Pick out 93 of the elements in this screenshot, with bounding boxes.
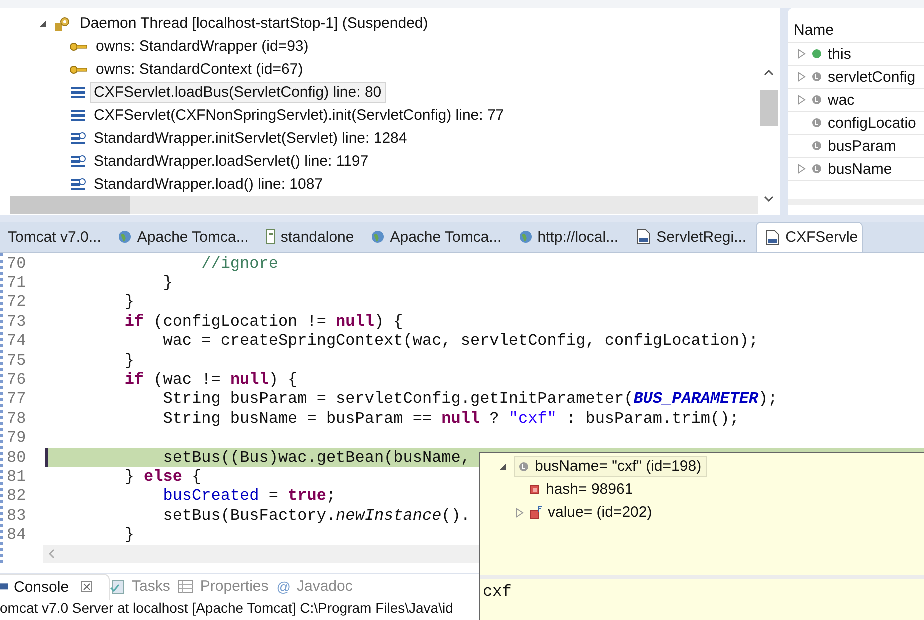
globe-icon: [118, 230, 132, 244]
code-line: setBus((Bus)wac.getBean(busName,: [162, 448, 470, 467]
object-icon: [812, 49, 822, 59]
editor-tab[interactable]: Apache Tomca...: [110, 222, 258, 252]
editor-tab[interactable]: standalone: [258, 222, 364, 252]
line-number: 83: [6, 506, 28, 525]
line-number: 76: [6, 371, 28, 390]
expand-icon[interactable]: [798, 49, 806, 59]
line-number: 84: [6, 526, 28, 544]
line-number: 78: [6, 410, 28, 428]
line-number: 81: [6, 468, 28, 486]
expand-icon[interactable]: [798, 72, 806, 82]
scroll-left-icon[interactable]: [49, 548, 55, 559]
code-line: wac = createSpringContext(wac, servletConfig, configLocation);: [162, 332, 759, 350]
code-line: //ignore: [200, 254, 278, 273]
horizontal-scrollbar[interactable]: [10, 196, 758, 214]
stack-frame-label[interactable]: StandardWrapper.load() line: 1087: [90, 174, 328, 195]
line-number: 79: [6, 429, 28, 448]
code-line: if (wac != null) {: [124, 371, 298, 390]
line-number: 73: [6, 312, 28, 331]
variable-name[interactable]: busName: [828, 160, 892, 178]
code-line: if (configLocation != null) {: [124, 312, 404, 331]
table-icon: [178, 578, 194, 595]
stack-frame-icon: [70, 132, 86, 146]
file-icon: [266, 229, 276, 245]
local-variable-icon: [812, 72, 822, 82]
variable-name[interactable]: configLocatio: [828, 114, 916, 132]
code-line: } else {: [124, 468, 202, 486]
stack-frame-label[interactable]: owns: StandardContext (id=67): [92, 59, 308, 80]
final-field-icon: [530, 506, 542, 520]
editor-tab[interactable]: http://local...: [510, 222, 628, 252]
detail-pane: cxf: [480, 575, 924, 620]
code-line: }: [124, 526, 134, 544]
at-sign-icon: @: [276, 578, 291, 595]
local-variable-icon: [812, 141, 822, 151]
scroll-down-icon[interactable]: [764, 196, 774, 202]
expand-icon[interactable]: [798, 164, 806, 174]
local-variable-icon: [812, 164, 822, 174]
local-variable-icon: [519, 462, 529, 472]
field-value[interactable]: hash= 98961: [546, 481, 634, 498]
stack-frame-icon: [70, 154, 86, 168]
clipboard-icon: [110, 578, 126, 595]
stack-frame-icon: [70, 108, 86, 122]
line-number: 75: [6, 352, 28, 370]
class-file-icon: [764, 230, 781, 246]
variable-name[interactable]: this: [828, 46, 852, 62]
local-variable-icon: [812, 95, 822, 105]
class-file-icon: [636, 229, 652, 245]
thread-icon: [54, 16, 70, 32]
line-number: 80: [6, 448, 28, 467]
stack-frame-label[interactable]: owns: StandardWrapper (id=93): [92, 36, 313, 57]
expand-icon[interactable]: [516, 508, 524, 518]
stack-frame-label[interactable]: StandardWrapper.initServlet(Servlet) line: 1284: [90, 128, 412, 149]
expand-icon[interactable]: [798, 95, 806, 105]
line-number: 72: [6, 293, 28, 312]
field-value[interactable]: value= (id=202): [548, 504, 652, 521]
variable-name[interactable]: wac: [828, 92, 855, 108]
editor-tab[interactable]: ServletRegi...: [628, 222, 756, 252]
stack-frame-label[interactable]: StandardWrapper.loadServlet() line: 1197: [90, 151, 373, 172]
globe-icon: [518, 230, 533, 244]
stack-frame-icon: [70, 86, 86, 100]
close-icon[interactable]: [81, 581, 94, 594]
collapse-icon[interactable]: [38, 18, 48, 28]
thread-label[interactable]: Daemon Thread [localhost-startStop-1] (Suspended): [76, 13, 432, 34]
stack-frame-icon: [70, 178, 86, 192]
column-header[interactable]: Name: [788, 20, 924, 43]
code-line: busCreated = true;: [162, 487, 336, 506]
field-icon: [530, 484, 540, 494]
variable-name[interactable]: servletConfig: [828, 68, 916, 86]
collapse-icon[interactable]: [498, 462, 508, 472]
line-number: 71: [6, 274, 28, 292]
editor-tab[interactable]: Apache Tomca...: [363, 222, 511, 252]
globe-icon: [371, 230, 386, 244]
stack-frame-label[interactable]: CXFServlet.loadBus(ServletConfig) line: 80: [90, 82, 386, 103]
variable-name[interactable]: busParam: [828, 138, 896, 154]
stack-frame-label[interactable]: CXFServlet(CXFNonSpringServlet).init(ServletConfig) line: 77: [90, 105, 508, 126]
code-line: }: [162, 274, 173, 292]
editor-tab[interactable]: Tomcat v7.0...: [0, 222, 110, 252]
line-number: 77: [6, 390, 28, 408]
code-line: String busParam = servletConfig.getInitParameter(BUS_PARAMETER);: [162, 390, 778, 408]
local-variable-icon: [812, 118, 822, 128]
code-line: setBus(BusFactory.newInstance().: [162, 506, 470, 525]
line-number: 82: [6, 487, 28, 506]
code-line: }: [124, 352, 134, 370]
editor-tab[interactable]: CXFServle: [756, 222, 864, 252]
line-number: 74: [6, 332, 28, 350]
code-line: String busName = busParam == null ? "cxf" : busParam.trim();: [162, 410, 740, 428]
key-icon: [70, 64, 88, 74]
key-icon: [70, 42, 88, 52]
code-line: }: [124, 293, 134, 312]
variable-row[interactable]: busName= "cxf" (id=198): [514, 456, 707, 477]
scroll-up-icon[interactable]: [764, 70, 774, 76]
line-number: 70: [6, 254, 28, 273]
